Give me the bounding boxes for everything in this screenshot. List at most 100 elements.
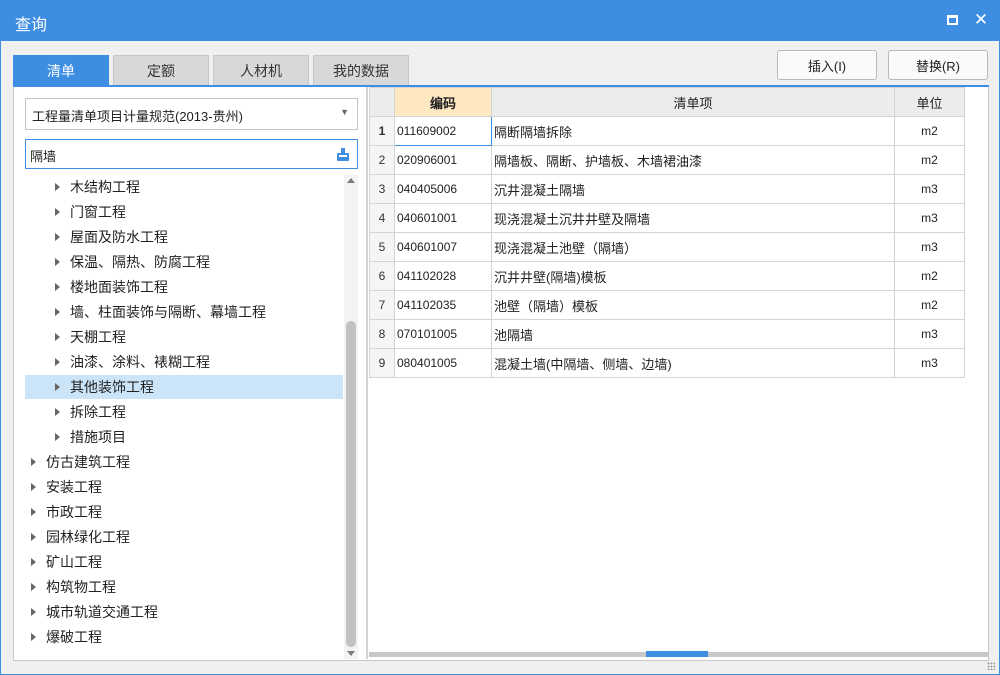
table-row[interactable]: 3 040405006 沉井混凝土隔墙 m3 <box>369 174 965 204</box>
column-header-code[interactable]: 编码 <box>394 87 492 117</box>
chevron-right-icon[interactable] <box>31 508 36 516</box>
tree-item[interactable]: 屋面及防水工程 <box>25 225 343 249</box>
bottom-splitter[interactable] <box>369 648 989 657</box>
chevron-right-icon[interactable] <box>55 308 60 316</box>
chevron-right-icon[interactable] <box>55 258 60 266</box>
cell-unit[interactable]: m2 <box>894 261 965 291</box>
table-row[interactable]: 1 011609002 隔断隔墙拆除 m2 <box>369 116 965 146</box>
cell-name[interactable]: 混凝土墙(中隔墙、侧墙、边墙) <box>491 348 895 378</box>
tree-item[interactable]: 墙、柱面装饰与隔断、幕墙工程 <box>25 300 343 324</box>
cell-unit[interactable]: m3 <box>894 232 965 262</box>
search-input[interactable]: 隔墙 <box>25 139 358 169</box>
tree-item[interactable]: 安装工程 <box>25 475 343 499</box>
tree-item[interactable]: 矿山工程 <box>25 550 343 574</box>
cell-name[interactable]: 沉井混凝土隔墙 <box>491 174 895 204</box>
chevron-right-icon[interactable] <box>31 608 36 616</box>
tree-item[interactable]: 其他装饰工程 <box>25 375 343 399</box>
cell-code[interactable]: 070101005 <box>394 319 492 349</box>
cell-unit[interactable]: m3 <box>894 319 965 349</box>
tree-item[interactable]: 园林绿化工程 <box>25 525 343 549</box>
cell-name[interactable]: 沉井井壁(隔墙)模板 <box>491 261 895 291</box>
chevron-right-icon[interactable] <box>31 583 36 591</box>
cell-code[interactable]: 041102035 <box>394 290 492 320</box>
tab-quota[interactable]: 定额 <box>113 55 209 86</box>
cell-name[interactable]: 隔断隔墙拆除 <box>491 116 895 146</box>
scroll-down-icon[interactable] <box>347 651 355 656</box>
cell-name[interactable]: 池隔墙 <box>491 319 895 349</box>
pane-divider[interactable] <box>366 87 368 659</box>
tab-bill-items[interactable]: 清单 <box>13 55 109 86</box>
row-index[interactable]: 7 <box>369 290 395 320</box>
chevron-right-icon[interactable] <box>31 533 36 541</box>
scrollbar-thumb[interactable] <box>346 321 356 647</box>
cell-code[interactable]: 041102028 <box>394 261 492 291</box>
chevron-right-icon[interactable] <box>55 283 60 291</box>
tree-item[interactable]: 市政工程 <box>25 500 343 524</box>
cell-code[interactable]: 040601007 <box>394 232 492 262</box>
cell-name[interactable]: 现浇混凝土池壁（隔墙） <box>491 232 895 262</box>
chevron-right-icon[interactable] <box>31 483 36 491</box>
replace-button[interactable]: 替换(R) <box>888 50 988 80</box>
maximize-button[interactable] <box>941 9 963 31</box>
row-index[interactable]: 9 <box>369 348 395 378</box>
cell-unit[interactable]: m3 <box>894 348 965 378</box>
splitter-grip[interactable] <box>646 648 708 657</box>
chevron-right-icon[interactable] <box>55 333 60 341</box>
chevron-right-icon[interactable] <box>55 183 60 191</box>
cell-unit[interactable]: m3 <box>894 203 965 233</box>
cell-unit[interactable]: m3 <box>894 174 965 204</box>
tree-item[interactable]: 拆除工程 <box>25 400 343 424</box>
chevron-right-icon[interactable] <box>55 233 60 241</box>
tree-item[interactable]: 爆破工程 <box>25 625 343 649</box>
cell-code[interactable]: 080401005 <box>394 348 492 378</box>
chevron-right-icon[interactable] <box>55 383 60 391</box>
tab-my-data[interactable]: 我的数据 <box>313 55 409 86</box>
chevron-right-icon[interactable] <box>55 408 60 416</box>
chevron-right-icon[interactable] <box>55 208 60 216</box>
row-index[interactable]: 2 <box>369 145 395 175</box>
table-row[interactable]: 5 040601007 现浇混凝土池壁（隔墙） m3 <box>369 232 965 262</box>
chevron-right-icon[interactable] <box>55 358 60 366</box>
resize-grip-icon[interactable] <box>987 662 995 670</box>
search-icon[interactable] <box>335 146 351 162</box>
scroll-up-icon[interactable] <box>347 178 355 183</box>
tree-item[interactable]: 门窗工程 <box>25 200 343 224</box>
cell-unit[interactable]: m2 <box>894 116 965 146</box>
tree-item[interactable]: 构筑物工程 <box>25 575 343 599</box>
cell-code[interactable]: 011609002 <box>394 116 492 146</box>
tree-scrollbar[interactable] <box>344 175 358 659</box>
tab-labor-material-machine[interactable]: 人材机 <box>213 55 309 86</box>
cell-name[interactable]: 现浇混凝土沉井井壁及隔墙 <box>491 203 895 233</box>
close-button[interactable]: ✕ <box>970 9 992 31</box>
tree-item[interactable]: 木结构工程 <box>25 175 343 199</box>
row-index[interactable]: 6 <box>369 261 395 291</box>
cell-unit[interactable]: m2 <box>894 290 965 320</box>
column-header-unit[interactable]: 单位 <box>894 87 965 117</box>
column-header-name[interactable]: 清单项 <box>491 87 895 117</box>
tree-item[interactable]: 保温、隔热、防腐工程 <box>25 250 343 274</box>
tree-item[interactable]: 城市轨道交通工程 <box>25 600 343 624</box>
chevron-right-icon[interactable] <box>31 558 36 566</box>
tree-item[interactable]: 天棚工程 <box>25 325 343 349</box>
title-bar[interactable]: 查询 ✕ <box>1 1 999 41</box>
table-row[interactable]: 2 020906001 隔墙板、隔断、护墙板、木墙裙油漆 m2 <box>369 145 965 175</box>
table-row[interactable]: 7 041102035 池壁（隔墙）模板 m2 <box>369 290 965 320</box>
row-index[interactable]: 5 <box>369 232 395 262</box>
chevron-right-icon[interactable] <box>31 458 36 466</box>
row-index[interactable]: 4 <box>369 203 395 233</box>
cell-code[interactable]: 040405006 <box>394 174 492 204</box>
tree-item[interactable]: 楼地面装饰工程 <box>25 275 343 299</box>
chevron-right-icon[interactable] <box>31 633 36 641</box>
row-index[interactable]: 1 <box>369 116 395 146</box>
tree-item[interactable]: 仿古建筑工程 <box>25 450 343 474</box>
library-select[interactable]: 工程量清单项目计量规范(2013-贵州) ▼ <box>25 98 358 130</box>
table-row[interactable]: 8 070101005 池隔墙 m3 <box>369 319 965 349</box>
row-index[interactable]: 3 <box>369 174 395 204</box>
cell-code[interactable]: 020906001 <box>394 145 492 175</box>
tree-item[interactable]: 油漆、涂料、裱糊工程 <box>25 350 343 374</box>
cell-name[interactable]: 池壁（隔墙）模板 <box>491 290 895 320</box>
row-index[interactable]: 8 <box>369 319 395 349</box>
insert-button[interactable]: 插入(I) <box>777 50 877 80</box>
chevron-right-icon[interactable] <box>55 433 60 441</box>
tree-item[interactable]: 措施项目 <box>25 425 343 449</box>
